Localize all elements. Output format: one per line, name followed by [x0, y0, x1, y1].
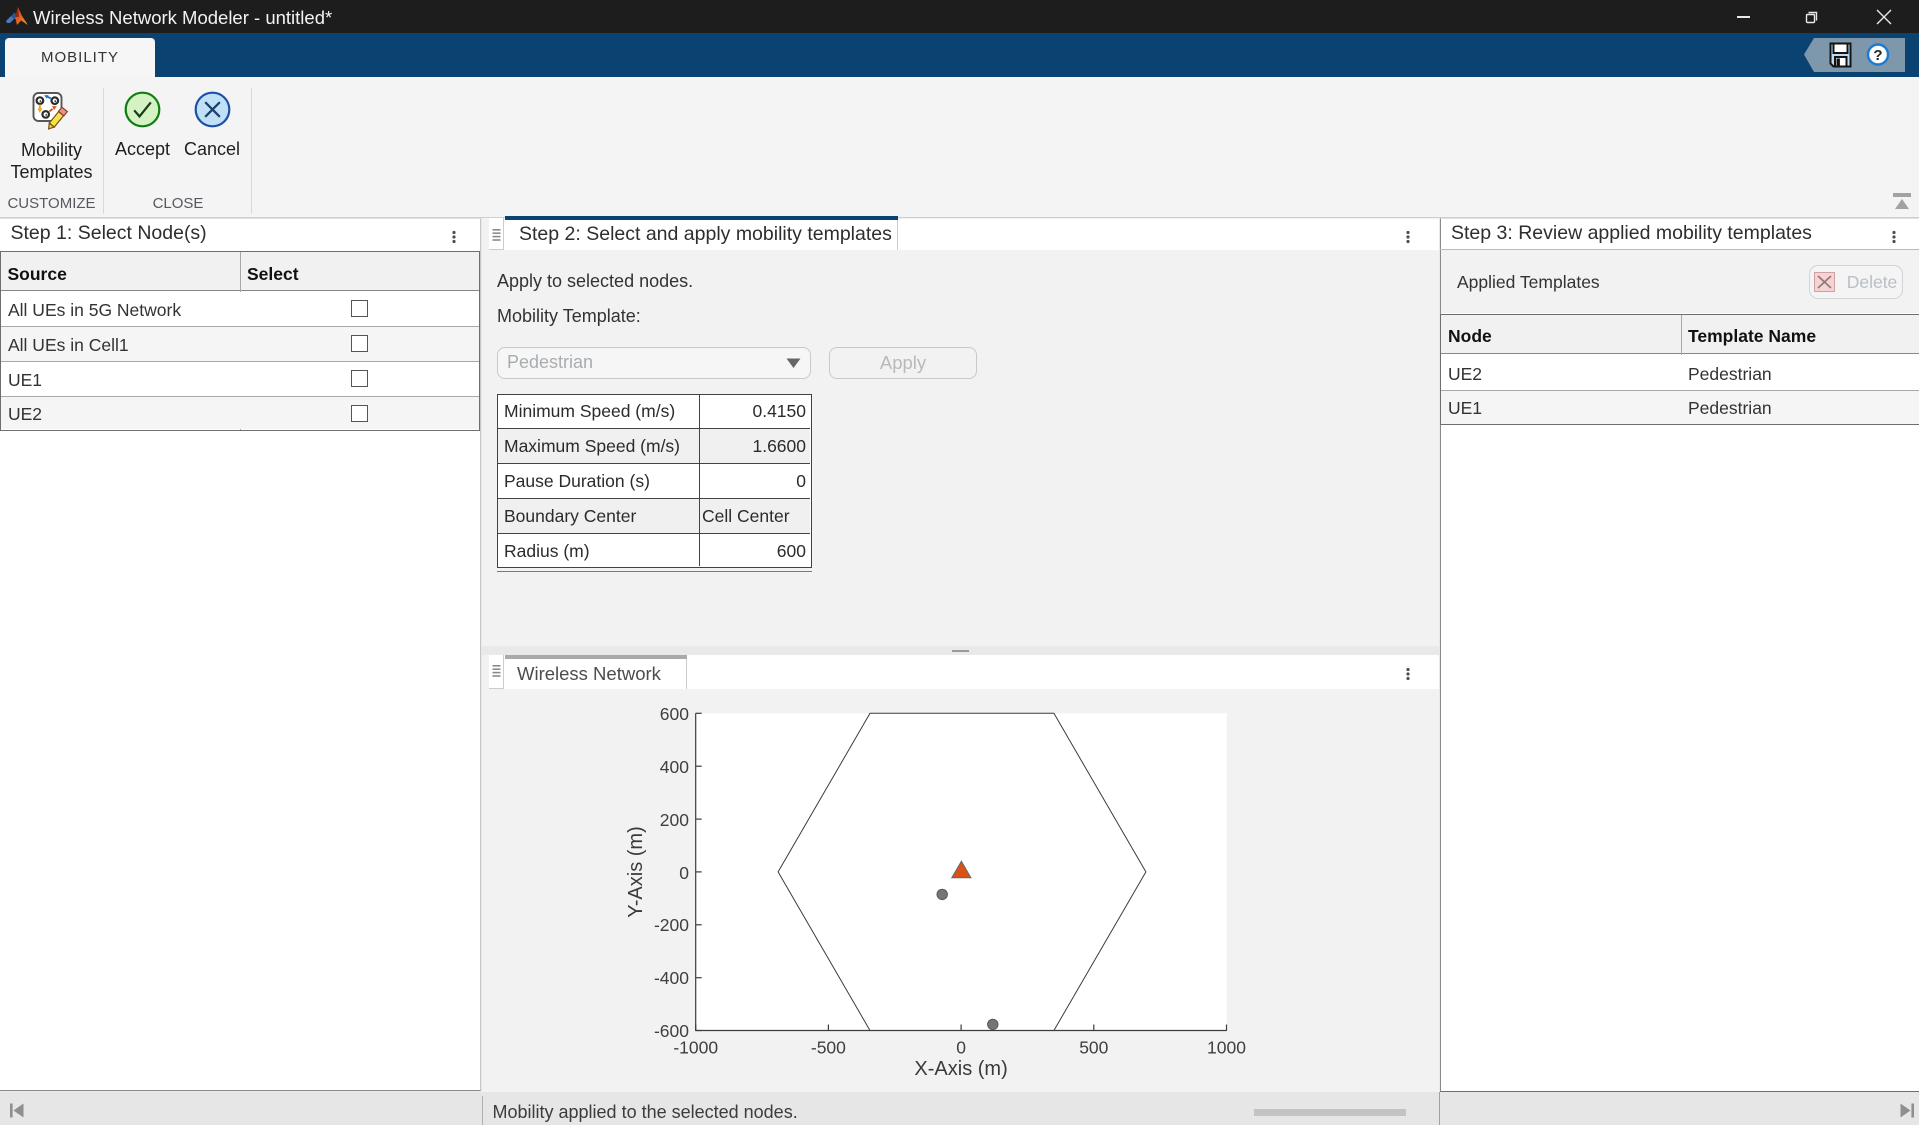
svg-text:?: ?: [1873, 47, 1882, 64]
svg-text:0: 0: [679, 863, 689, 883]
svg-text:400: 400: [660, 757, 689, 777]
svg-text:-200: -200: [654, 915, 689, 935]
svg-text:Y-Axis (m): Y-Axis (m): [625, 826, 647, 917]
svg-text:200: 200: [660, 810, 689, 830]
svg-text:600: 600: [660, 704, 689, 724]
svg-text:0: 0: [956, 1038, 966, 1058]
svg-text:-400: -400: [654, 968, 689, 988]
svg-text:-1000: -1000: [673, 1038, 718, 1058]
svg-text:500: 500: [1079, 1038, 1108, 1058]
svg-text:1000: 1000: [1207, 1038, 1246, 1058]
svg-text:-500: -500: [811, 1038, 846, 1058]
svg-text:X-Axis (m): X-Axis (m): [914, 1058, 1007, 1080]
